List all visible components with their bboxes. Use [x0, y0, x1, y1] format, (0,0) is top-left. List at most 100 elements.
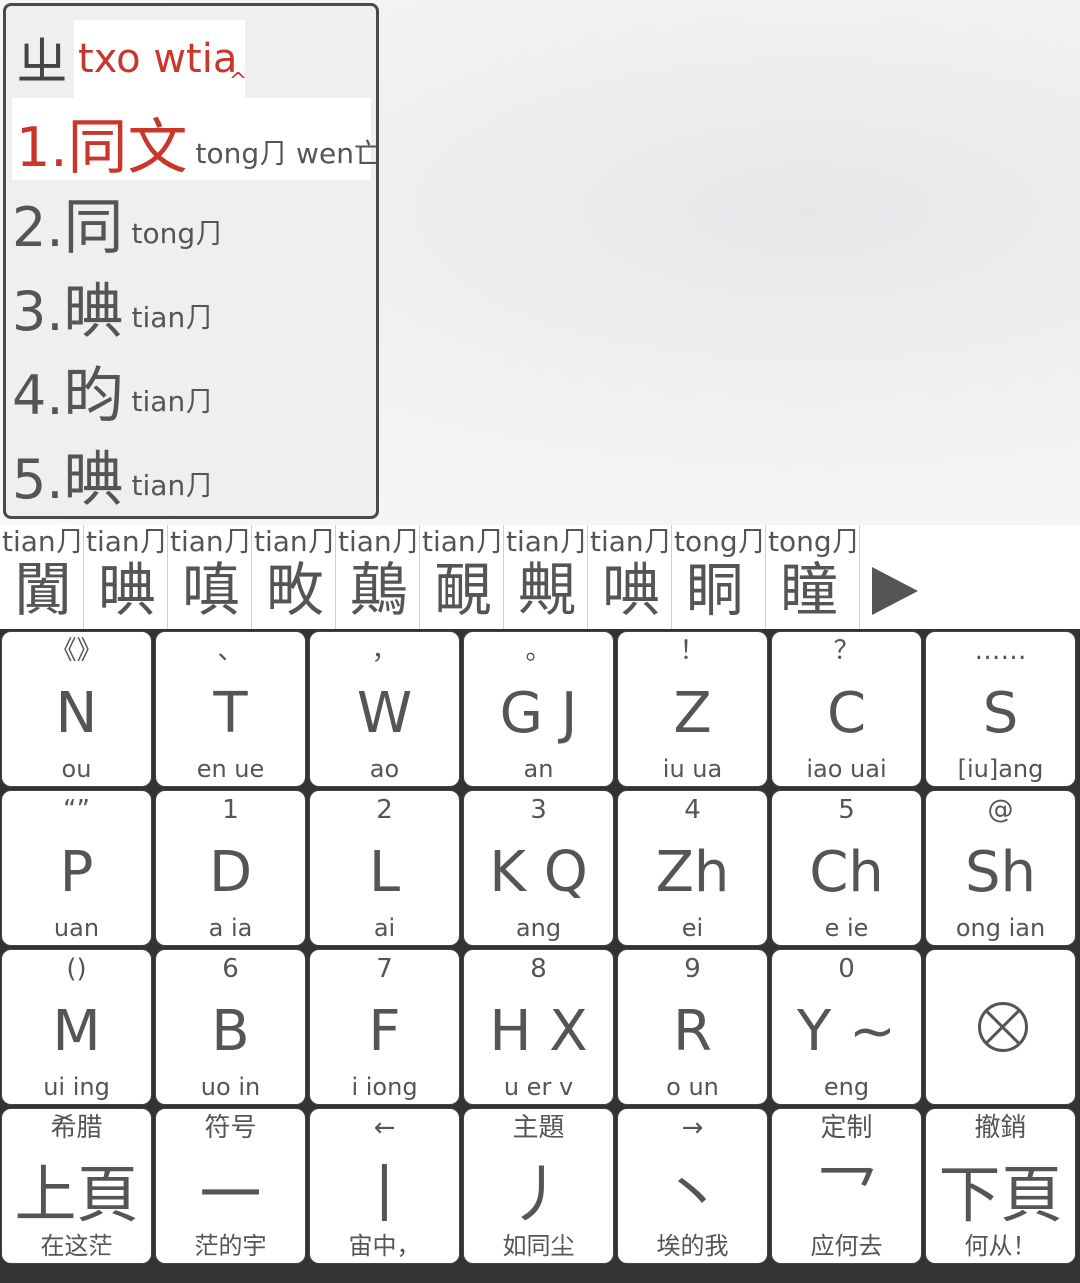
- candidate-bar-text: 闐: [14, 556, 73, 624]
- key-top-label: 主題: [512, 1113, 565, 1143]
- key-bottom-label: ao: [369, 755, 400, 783]
- key[interactable]: ？ Ciao uai: [771, 631, 922, 787]
- key[interactable]: 1 Da ia: [155, 790, 306, 946]
- key[interactable]: 4 Zh ei: [617, 790, 768, 946]
- key-bottom-label: 在这茫: [40, 1232, 113, 1260]
- key-bottom-label: eng: [823, 1073, 870, 1101]
- play-triangle-icon[interactable]: [872, 567, 918, 615]
- candidate-item[interactable]: 3. 晪 tian⺆: [12, 270, 213, 344]
- key-main-label: C: [826, 681, 867, 746]
- candidate-bar-item[interactable]: tian⺆靦: [420, 525, 504, 629]
- key-main-label: P: [59, 840, 94, 905]
- key-main-label: Y ~: [797, 999, 896, 1064]
- key[interactable]: …… S [iu]ang: [925, 631, 1076, 787]
- key[interactable]: 主題丿如同尘: [463, 1108, 614, 1264]
- key-main-label: K Q: [489, 840, 588, 905]
- key[interactable]: 。 G J an: [463, 631, 614, 787]
- key-main-label: F: [368, 999, 401, 1064]
- key-main-label: R: [673, 999, 712, 1064]
- candidate-pinyin: tian⺆: [131, 469, 214, 502]
- candidate-number: 4.: [12, 364, 64, 427]
- candidate-bar-item[interactable]: tian⺆闐: [0, 525, 84, 629]
- candidate-bar-item[interactable]: tian⺆唺: [588, 525, 672, 629]
- key[interactable]: () Mui ing: [1, 949, 152, 1105]
- candidate-bar-item[interactable]: tong⺆瞳: [766, 525, 860, 629]
- candidate-bar-text: 靦: [434, 556, 493, 624]
- key[interactable]: 符号一茫的宇: [155, 1108, 306, 1264]
- key-main-label: Z: [673, 681, 712, 746]
- key-top-label: 撤銷: [974, 1113, 1027, 1143]
- key-main-label: 上頁: [14, 1158, 139, 1231]
- key[interactable]: 5 Ch e ie: [771, 790, 922, 946]
- key[interactable]: → 丶埃的我: [617, 1108, 768, 1264]
- key-bottom-label: i iong: [351, 1073, 418, 1101]
- candidate-bar-pinyin: tong⺆: [768, 525, 860, 558]
- key[interactable]: 《》 Nou: [1, 631, 152, 787]
- key[interactable]: 6 Buo in: [155, 949, 306, 1105]
- candidate-number: 3.: [12, 280, 64, 343]
- candidate-item[interactable]: 4. 昀 tian⺆: [12, 354, 213, 428]
- candidate-bar-item[interactable]: tian⺆晪: [84, 525, 168, 629]
- candidate-bar-pinyin: tian⺆: [86, 525, 168, 558]
- candidate-item[interactable]: 5. 晪 tian⺆: [12, 438, 213, 512]
- candidate-bar-item[interactable]: tian⺆覥: [504, 525, 588, 629]
- candidate-bar-text: 唺: [602, 556, 661, 624]
- key-top-label: 5: [838, 795, 855, 825]
- key[interactable]: 定制乛应何去: [771, 1108, 922, 1264]
- candidate-popup: ㄓ txo wtia ^ 1. 同文 tong⺆ wen亡 2. 同 tong⺆ 3. 晪 ti…: [3, 3, 379, 519]
- key[interactable]: 3 K Q ang: [463, 790, 614, 946]
- key-top-label: “”: [63, 795, 90, 825]
- key-bottom-label: e ie: [824, 914, 869, 942]
- key[interactable]: @ Sh ong ian: [925, 790, 1076, 946]
- candidate-bar-item[interactable]: tian⺆畋: [252, 525, 336, 629]
- candidate-bar-pinyin: tian⺆: [422, 525, 504, 558]
- delete-key[interactable]: [925, 949, 1076, 1105]
- key-top-label: 8: [530, 954, 547, 984]
- composition-row: ㄓ txo wtia ^: [16, 20, 248, 98]
- candidate-item[interactable]: 1. 同文 tong⺆ wen亡: [12, 98, 376, 183]
- candidate-bar-pinyin: tian⺆: [506, 525, 588, 558]
- key[interactable]: 撤銷 下頁 何从！: [925, 1108, 1076, 1264]
- candidate-text: 同: [63, 193, 124, 263]
- candidate-bar-pinyin: tian⺆: [170, 525, 252, 558]
- key-top-label: →: [681, 1113, 704, 1143]
- key[interactable]: 希腊 上頁 在这茫: [1, 1108, 152, 1264]
- key[interactable]: ← 丨宙中，: [309, 1108, 460, 1264]
- key[interactable]: 、 Ten ue: [155, 631, 306, 787]
- candidate-item[interactable]: 2. 同 tong⺆: [12, 186, 223, 260]
- key-top-label: 3: [530, 795, 547, 825]
- key[interactable]: 7 Fi iong: [309, 949, 460, 1105]
- key-top-label: 定制: [820, 1113, 873, 1143]
- key[interactable]: ！ Ziu ua: [617, 631, 768, 787]
- candidate-number: 1.: [16, 116, 68, 179]
- candidate-text: 晪: [63, 445, 124, 515]
- candidate-bar-item[interactable]: tong⺆眮: [672, 525, 766, 629]
- key-top-label: 7: [376, 954, 393, 984]
- candidate-bar-item[interactable]: tian⺆鷏: [336, 525, 420, 629]
- key-bottom-label: [iu]ang: [957, 755, 1044, 783]
- key-main-label: 下頁: [938, 1158, 1063, 1231]
- key-top-label: ，: [371, 636, 398, 666]
- key[interactable]: 2 Lai: [309, 790, 460, 946]
- candidate-bar-item[interactable]: tian⺆嗔: [168, 525, 252, 629]
- key-bottom-label: a ia: [208, 914, 253, 942]
- key-top-label: ……: [974, 636, 1027, 666]
- key[interactable]: 8 H X u er v: [463, 949, 614, 1105]
- key[interactable]: “” Puan: [1, 790, 152, 946]
- key-bottom-label: 埃的我: [656, 1232, 729, 1260]
- composition-root: ㄓ: [16, 33, 69, 93]
- key-bottom-label: 宙中，: [348, 1232, 421, 1260]
- candidate-text: 同文: [67, 113, 188, 183]
- candidate-bar-pinyin: tian⺆: [338, 525, 420, 558]
- key[interactable]: 9 Ro un: [617, 949, 768, 1105]
- candidate-pinyin: tong⺆ wen亡: [195, 137, 379, 170]
- key-main-label: 一: [199, 1158, 262, 1231]
- key[interactable]: 0 Y ~ eng: [771, 949, 922, 1105]
- composition-code[interactable]: txo wtia ^: [74, 20, 248, 98]
- key-main-label: T: [213, 681, 248, 746]
- key-bottom-label: 应何去: [810, 1232, 883, 1260]
- key-bottom-label: an: [523, 755, 554, 783]
- caret-icon: ^: [228, 69, 248, 94]
- key[interactable]: ， Wao: [309, 631, 460, 787]
- key-main-label: G J: [499, 681, 578, 746]
